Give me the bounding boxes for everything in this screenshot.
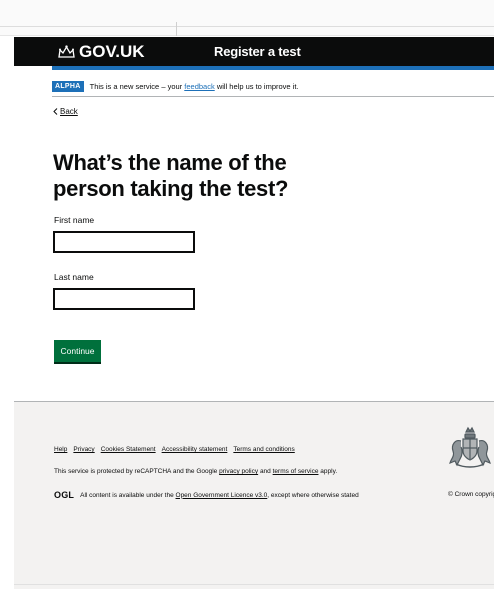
header-blue-bar	[52, 66, 494, 70]
footer-link-privacy[interactable]: Privacy	[73, 446, 94, 453]
footer-link-accessibility[interactable]: Accessibility statement	[162, 446, 228, 453]
royal-coat-of-arms-icon	[449, 426, 491, 468]
footer-link-terms[interactable]: Terms and conditions	[233, 446, 294, 453]
chevron-left-icon	[53, 108, 58, 115]
licence-text-after: , except where otherwise stated	[267, 491, 359, 499]
phase-message-before: This is a new service – your	[89, 81, 183, 91]
first-name-label: First name	[54, 215, 95, 225]
service-name-link[interactable]: Register a test	[214, 44, 301, 59]
back-link-label: Back	[60, 107, 78, 116]
page-title: What’s the name of the person taking the…	[53, 150, 289, 201]
continue-button[interactable]: Continue	[54, 340, 101, 362]
open-government-licence-link[interactable]: Open Government Licence v3.0	[176, 492, 268, 499]
page-bottom-divider	[14, 584, 494, 585]
logo-text: GOV.UK	[79, 42, 145, 61]
browser-divider	[0, 26, 494, 27]
licence-text-before: All content is available under the	[80, 491, 174, 499]
footer-link-help[interactable]: Help	[54, 446, 67, 453]
crown-copyright-link[interactable]: © Crown copyright	[448, 491, 494, 498]
ogl-logo: OGL	[54, 490, 75, 500]
last-name-input[interactable]	[53, 288, 195, 310]
last-name-label: Last name	[54, 272, 94, 282]
footer-links: Help Privacy Cookies Statement Accessibi…	[54, 446, 295, 453]
phase-banner-divider	[52, 96, 494, 97]
google-privacy-policy-link[interactable]: privacy policy	[219, 468, 258, 475]
first-name-input[interactable]	[53, 231, 195, 253]
phase-message-after: will help us to improve it.	[216, 81, 299, 91]
recaptcha-text-after: apply.	[320, 468, 338, 475]
phase-tag: ALPHA	[52, 80, 84, 92]
footer-link-cookies[interactable]: Cookies Statement	[101, 446, 156, 453]
govuk-footer: Help Privacy Cookies Statement Accessibi…	[14, 401, 494, 589]
crown-icon	[58, 45, 75, 58]
browser-tab-divider	[176, 22, 177, 36]
licence-notice: OGL All content is available under the O…	[54, 490, 359, 500]
govuk-logo-link[interactable]: GOV.UK	[58, 42, 145, 62]
phase-banner: ALPHA This is a new service – your feedb…	[52, 77, 494, 95]
recaptcha-notice: This service is protected by reCAPTCHA a…	[54, 468, 337, 475]
browser-chrome	[0, 0, 494, 36]
phase-message: This is a new service – your feedback wi…	[90, 82, 299, 91]
licence-text: All content is available under the Open …	[80, 492, 359, 499]
feedback-link[interactable]: feedback	[184, 82, 214, 91]
recaptcha-text-before: This service is protected by reCAPTCHA a…	[54, 468, 218, 475]
recaptcha-text-and: and	[259, 468, 271, 475]
govuk-header: GOV.UK Register a test	[14, 37, 494, 66]
back-link[interactable]: Back	[53, 107, 78, 116]
google-terms-of-service-link[interactable]: terms of service	[273, 468, 319, 475]
